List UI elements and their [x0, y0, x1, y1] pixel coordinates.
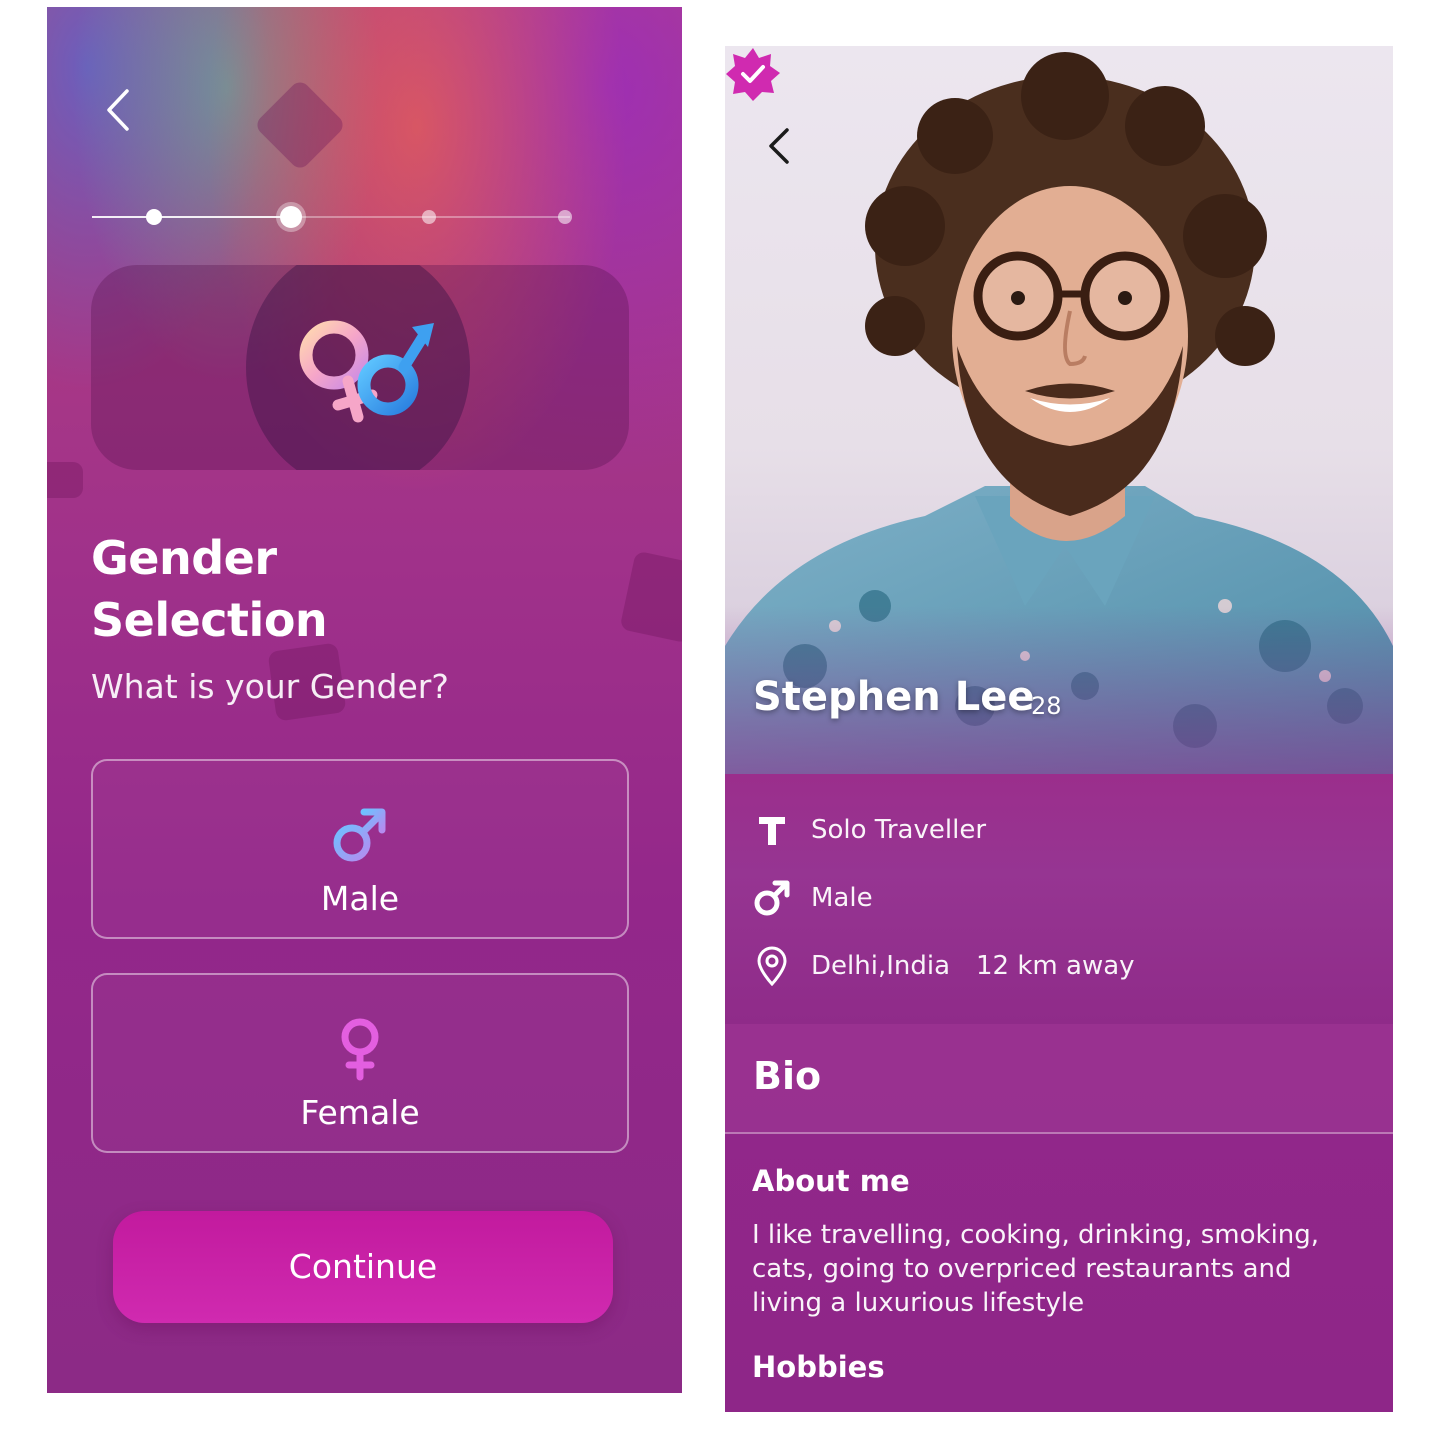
male-symbol-icon	[333, 808, 386, 862]
bio-title: Bio	[753, 1054, 822, 1098]
distance-text: 12 km away	[976, 951, 1135, 981]
hero-illustration-card	[91, 265, 629, 470]
gender-symbols-icon	[299, 320, 434, 423]
about-me-heading: About me	[752, 1164, 910, 1198]
traveller-type-row: Solo Traveller	[751, 810, 986, 850]
female-symbol-icon	[341, 1018, 379, 1081]
page-title-line-1: Gender	[91, 531, 277, 585]
profile-age: 28	[1031, 692, 1062, 720]
page-title: Gender Selection	[91, 527, 511, 651]
progress-step-2	[280, 206, 302, 228]
page-title-line-2: Selection	[91, 593, 328, 647]
back-button[interactable]	[99, 85, 139, 135]
about-me-text: I like travelling, cooking, drinking, sm…	[752, 1220, 1320, 1318]
profile-name: Stephen Lee	[753, 674, 1035, 720]
profile-screen: Stephen Lee 28 Solo Traveller Male Delhi…	[725, 46, 1393, 1412]
continue-button[interactable]: Continue	[113, 1211, 613, 1323]
hobbies-heading: Hobbies	[752, 1350, 885, 1384]
progress-step-1	[146, 209, 162, 225]
location-row: Delhi,India 12 km away	[751, 946, 1135, 986]
gender-question: What is your Gender?	[91, 667, 449, 706]
gender-text: Male	[811, 883, 873, 913]
progress-step-3	[422, 210, 436, 224]
progress-line-done	[92, 216, 290, 218]
chevron-left-icon	[769, 128, 789, 164]
profile-info-section: Solo Traveller Male Delhi,India 12 km aw…	[725, 774, 1393, 1024]
gender-row: Male	[751, 878, 873, 918]
step-progress-indicator	[92, 206, 572, 228]
location-text: Delhi,India	[811, 951, 951, 981]
verified-badge-icon	[726, 48, 780, 101]
progress-step-4	[558, 210, 572, 224]
decorative-shape	[253, 78, 347, 172]
chevron-left-icon	[107, 89, 129, 131]
bio-header: Bio	[725, 1024, 1393, 1134]
profile-photo: Stephen Lee 28	[725, 46, 1393, 774]
text-t-icon	[751, 810, 793, 850]
map-pin-icon	[751, 946, 793, 986]
male-symbol-icon	[751, 878, 793, 918]
decorative-shape	[47, 462, 83, 498]
male-option-label: Male	[320, 879, 400, 918]
gender-selection-screen: Gender Selection What is your Gender? Ma…	[47, 7, 682, 1393]
traveller-type-text: Solo Traveller	[811, 815, 987, 845]
female-option[interactable]: Female	[91, 973, 629, 1153]
male-option[interactable]: Male	[91, 759, 629, 939]
decorative-shape	[619, 550, 682, 644]
profile-portrait-illustration	[725, 52, 1393, 774]
female-option-label: Female	[300, 1093, 420, 1132]
back-button[interactable]	[761, 124, 797, 168]
divider	[725, 1132, 1393, 1134]
